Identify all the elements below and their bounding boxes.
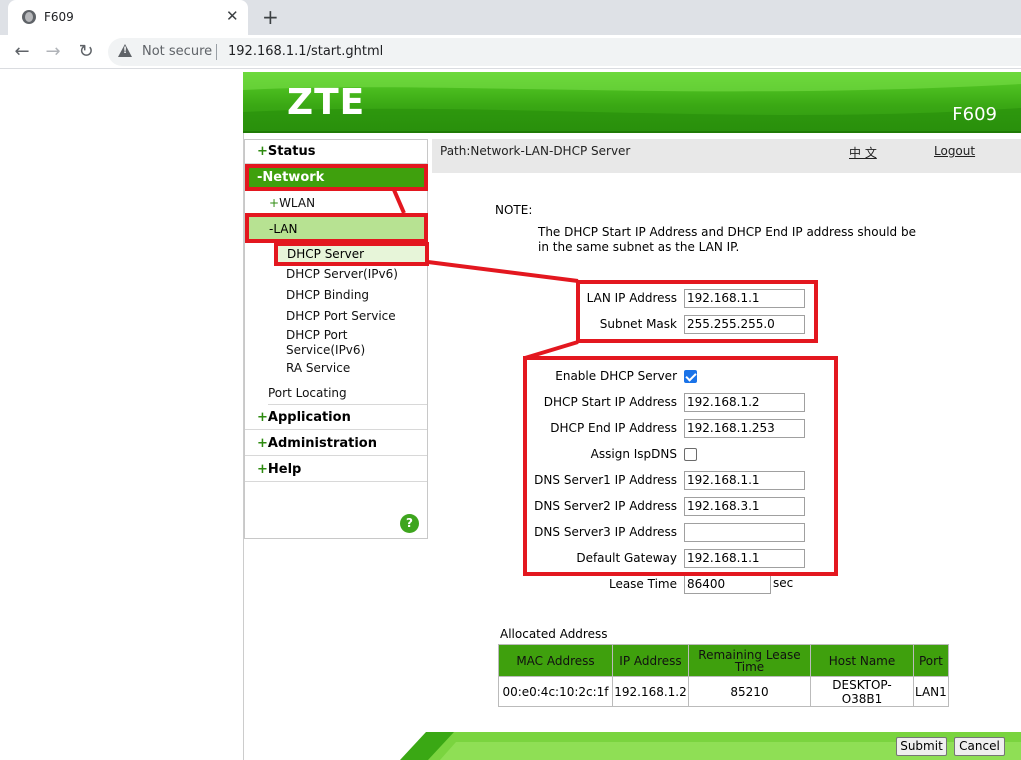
table-cell: 85210 [688,676,811,707]
table-row: 00:e0:4c:10:2c:1f 192.168.1.2 85210 DESK… [498,676,949,707]
cancel-button[interactable]: Cancel [954,737,1005,756]
column-header: Port [913,644,949,677]
column-header: MAC Address [498,644,613,677]
column-header: Host Name [810,644,914,677]
allocated-address-title: Allocated Address [500,627,608,641]
table-cell: 192.168.1.2 [612,676,689,707]
table-cell: DESKTOP-O38B1 [810,676,914,707]
submit-button[interactable]: Submit [896,737,947,756]
column-header: IP Address [612,644,689,677]
allocated-address-table: MAC Address IP Address Remaining Lease T… [498,644,949,707]
table-header-row: MAC Address IP Address Remaining Lease T… [498,644,949,677]
table-cell: 00:e0:4c:10:2c:1f [498,676,613,707]
column-header: Remaining Lease Time [688,644,811,677]
table-cell: LAN1 [913,676,949,707]
